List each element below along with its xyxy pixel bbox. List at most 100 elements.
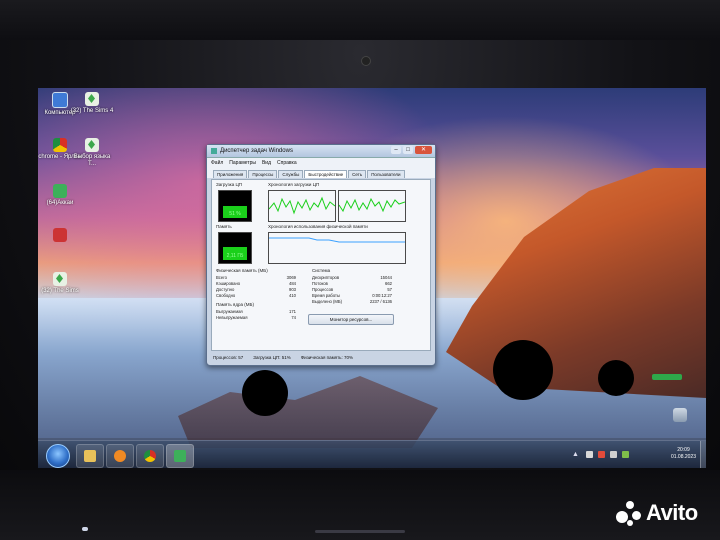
- screen-dead-spot: [242, 370, 288, 416]
- row-label: Выделено (МБ): [312, 299, 343, 304]
- row-value: 662: [385, 281, 392, 286]
- show-desktop-button[interactable]: [700, 441, 706, 468]
- menu-bar: Файл Параметры Вид Справка: [207, 158, 435, 168]
- memory-gauge: 2,11 ГБ: [218, 232, 252, 264]
- led-strip: [315, 530, 405, 533]
- tab-performance[interactable]: Быстродействие: [304, 170, 348, 178]
- minimize-button[interactable]: –: [391, 146, 401, 154]
- memory-history-graph: [268, 232, 406, 264]
- kernel-memory-header: Память ядра (МБ): [216, 302, 254, 307]
- media-player-icon: [114, 450, 126, 462]
- sims-icon: [85, 92, 99, 106]
- avito-wordmark: Avito: [646, 500, 698, 525]
- row-label: Выгружаемая: [216, 309, 243, 314]
- clock-time: 20:09: [677, 447, 690, 453]
- status-processes: Процессов: 57: [213, 354, 244, 360]
- table-row: Процессов 57: [312, 287, 392, 292]
- desktop-icon-recycle-bin[interactable]: [658, 408, 702, 424]
- memory-value: 2,11 ГБ: [226, 253, 244, 259]
- sims-icon: [53, 272, 67, 286]
- red-app-icon: [53, 228, 67, 242]
- memory-history-label: Хронология использования физической памя…: [268, 224, 368, 229]
- task-manager-window[interactable]: Диспетчер задач Windows – □ ✕ Файл Парам…: [206, 144, 436, 366]
- table-row: Невыгружаемая 74: [216, 315, 296, 320]
- desktop-icon-label: (64)Аккаи: [46, 200, 74, 206]
- maximize-button[interactable]: □: [403, 146, 413, 154]
- taskbar-media-button[interactable]: [106, 444, 134, 468]
- tab-network[interactable]: Сеть: [348, 170, 367, 178]
- desktop-icon-red-app[interactable]: [38, 228, 82, 244]
- taskbar: ▲ 20:09 01.08.2023: [38, 440, 706, 468]
- sims-icon: [85, 138, 99, 152]
- menu-file[interactable]: Файл: [211, 160, 223, 166]
- close-button[interactable]: ✕: [415, 146, 432, 154]
- row-label: Невыгружаемая: [216, 315, 248, 320]
- cpu-percent: 51 %: [229, 211, 241, 217]
- cpu-gauge: 51 %: [218, 190, 252, 222]
- desktop-icon-label: (32) The Sims 4: [70, 108, 114, 114]
- row-value: 903: [289, 287, 296, 292]
- task-manager-titlebar[interactable]: Диспетчер задач Windows – □ ✕: [207, 145, 435, 158]
- screen-dead-spot: [598, 360, 634, 396]
- tab-services[interactable]: Службы: [278, 170, 304, 178]
- row-label: Доступно: [216, 287, 235, 292]
- row-label: Время работы: [312, 293, 340, 298]
- row-value: 484: [289, 281, 296, 286]
- table-row: Доступно 903: [216, 287, 296, 292]
- table-row: Всего 3069: [216, 275, 296, 280]
- action-center-icon[interactable]: [598, 451, 605, 458]
- row-value: 15044: [380, 275, 392, 280]
- start-button[interactable]: [46, 444, 70, 468]
- table-row: Выгружаемая 171: [216, 309, 296, 314]
- status-cpu: Загрузка ЦП: 51%: [253, 354, 291, 360]
- row-value: 410: [289, 293, 296, 298]
- desktop-icon-sims[interactable]: (32) The Sims: [38, 272, 82, 295]
- cpu-history-line-1: [269, 196, 335, 215]
- status-bar: Процессов: 57 Загрузка ЦП: 51% Физическа…: [211, 352, 431, 362]
- table-row: Выделено (МБ) 2237 / 6136: [312, 299, 392, 304]
- performance-panel: Загрузка ЦП 51 % Хронология загрузки ЦП …: [211, 179, 431, 351]
- avito-logo-icon: [614, 499, 642, 527]
- taskbar-clock[interactable]: 20:09 01.08.2023: [671, 447, 696, 461]
- desktop-icon-sims-language[interactable]: Выбор языка T...: [70, 138, 114, 168]
- system-header: Система: [312, 268, 331, 273]
- task-manager-icon: [211, 148, 217, 154]
- resource-monitor-button[interactable]: Монитор ресурсов...: [308, 314, 394, 325]
- table-row: Свободно 410: [216, 293, 296, 298]
- cpu-history-line-2: [339, 197, 405, 213]
- cpu-history-graph-core-1: [268, 190, 336, 222]
- tab-strip: Приложения Процессы Службы Быстродействи…: [207, 168, 435, 178]
- bezel-top: [0, 0, 720, 40]
- row-value: 3069: [286, 275, 296, 280]
- power-led: [82, 527, 88, 531]
- battery-icon[interactable]: [622, 451, 629, 458]
- clock-date: 01.08.2023: [670, 454, 696, 460]
- desktop-icon-sims4[interactable]: (32) The Sims 4: [70, 92, 114, 115]
- network-icon[interactable]: [586, 451, 593, 458]
- desktop-icon-label: Выбор языка T...: [73, 154, 111, 167]
- cpu-history-label: Хронология загрузки ЦП: [268, 182, 320, 187]
- menu-help[interactable]: Справка: [277, 160, 297, 166]
- cpu-history-graph-core-2: [338, 190, 406, 222]
- taskbar-task-manager-button[interactable]: [166, 444, 194, 468]
- desktop-icon-app[interactable]: (64)Аккаи: [38, 184, 82, 207]
- tray-expand-icon[interactable]: ▲: [572, 451, 580, 459]
- row-value: 74: [291, 315, 296, 320]
- screen-dead-spot: [493, 340, 553, 400]
- taskbar-explorer-button[interactable]: [76, 444, 104, 468]
- table-row: Потоков 662: [312, 281, 392, 286]
- tab-users[interactable]: Пользователи: [367, 170, 405, 178]
- webcam-icon: [361, 56, 371, 66]
- physical-memory-header: Физическая память (МБ): [216, 268, 268, 273]
- taskbar-chrome-button[interactable]: [136, 444, 164, 468]
- volume-icon[interactable]: [610, 451, 617, 458]
- row-value: 0:00:12:27: [372, 293, 392, 298]
- menu-view[interactable]: Вид: [262, 160, 271, 166]
- tab-processes[interactable]: Процессы: [248, 170, 278, 178]
- system-tray: ▲ 20:09 01.08.2023: [572, 444, 702, 466]
- cpu-usage-label: Загрузка ЦП: [216, 182, 243, 187]
- menu-options[interactable]: Параметры: [229, 160, 256, 166]
- tab-applications[interactable]: Приложения: [213, 170, 248, 178]
- app-icon: [53, 184, 67, 198]
- row-label: Процессов: [312, 287, 334, 292]
